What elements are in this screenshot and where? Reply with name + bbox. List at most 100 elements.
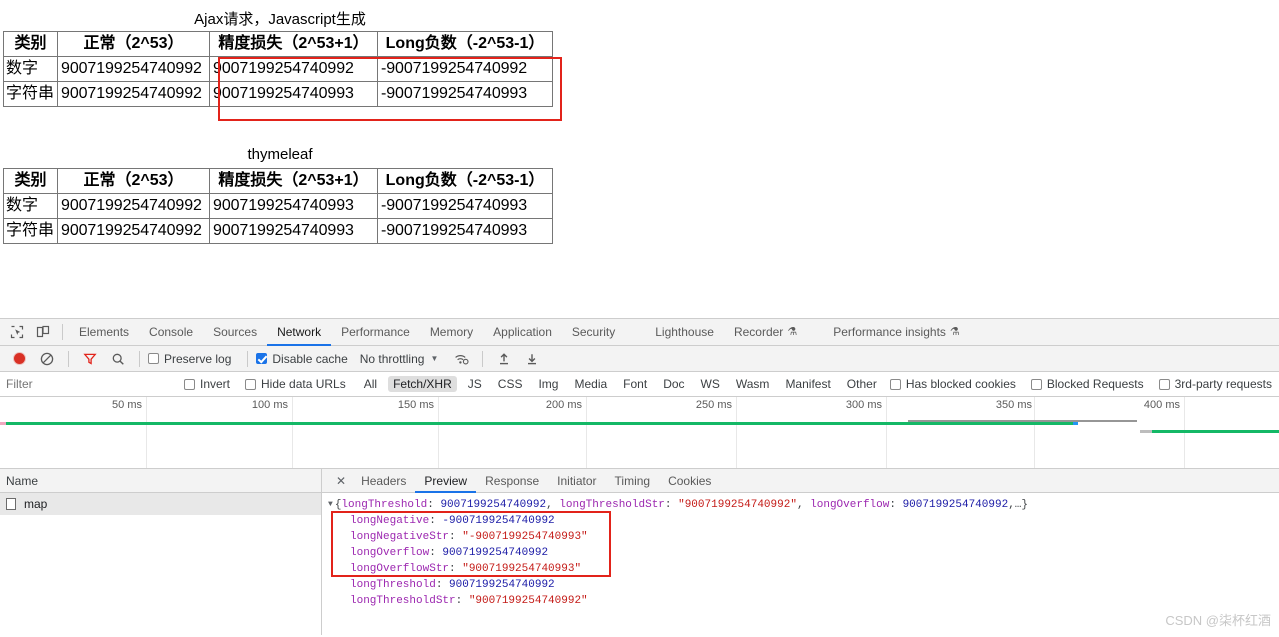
json-key: longThreshold [341, 499, 428, 511]
cell-long-negative: -9007199254740993 [377, 218, 554, 244]
record-icon [13, 353, 25, 364]
json-key: longOverflow [810, 499, 890, 511]
th-category: 类别 [2, 168, 59, 194]
cell-category: 数字 [2, 56, 59, 82]
tab-application[interactable]: Application [483, 319, 562, 346]
chevron-down-icon[interactable]: ▼ [430, 354, 438, 363]
tab-preview[interactable]: Preview [415, 469, 476, 493]
json-key: longNegative [350, 515, 430, 527]
search-icon[interactable] [105, 347, 131, 371]
th-normal: 正常（2^53） [57, 31, 211, 57]
table-2-title: thymeleaf [247, 146, 313, 163]
tab-elements[interactable]: Elements [69, 319, 139, 346]
checkbox[interactable] [245, 378, 257, 390]
json-value: "-9007199254740993" [462, 531, 588, 543]
json-entry[interactable]: longNegative: -9007199254740992 [328, 513, 1279, 529]
tab-lighthouse[interactable]: Lighthouse [645, 319, 724, 346]
filter-type-media[interactable]: Media [569, 376, 612, 392]
network-conditions-icon[interactable] [448, 347, 474, 371]
checkbox[interactable] [889, 378, 901, 390]
tab-response[interactable]: Response [476, 469, 548, 493]
json-entry[interactable]: longOverflowStr: "9007199254740993" [328, 561, 1279, 577]
record-button[interactable] [6, 347, 32, 371]
filter-type-manifest[interactable]: Manifest [780, 376, 835, 392]
network-lower-split: Name map ✕ Headers Preview Response Init… [0, 469, 1279, 635]
tab-label: Console [149, 324, 194, 339]
json-key: longThreshold [350, 579, 436, 591]
tab-headers[interactable]: Headers [352, 469, 415, 493]
json-entry[interactable]: longNegativeStr: "-9007199254740993" [328, 529, 1279, 545]
has-blocked-cookies-toggle[interactable]: Has blocked cookies [885, 377, 1016, 391]
json-entry[interactable]: longOverflow: 9007199254740992 [328, 545, 1279, 561]
checkbox[interactable] [148, 353, 159, 364]
tab-recorder[interactable]: Recorder ⚗ [724, 319, 807, 346]
json-entry[interactable]: longThreshold: 9007199254740992 [328, 577, 1279, 593]
checkbox[interactable] [184, 378, 195, 390]
triangle-down-icon[interactable]: ▼ [328, 497, 333, 513]
export-har-icon[interactable] [519, 347, 545, 371]
throttling-select[interactable]: No throttling [360, 352, 425, 366]
cell-category: 数字 [2, 193, 59, 219]
json-value: 9007199254740992 [440, 499, 547, 511]
preserve-log-toggle[interactable]: Preserve log [148, 352, 239, 366]
timeline-band-pending [908, 420, 1137, 422]
tab-performance-insights[interactable]: Performance insights ⚗ [823, 319, 970, 346]
table-row-header: 类别 正常（2^53） 精度损失（2^53+1） Long负数（-2^53-1） [2, 31, 554, 57]
tab-security[interactable]: Security [562, 319, 625, 346]
import-har-icon[interactable] [491, 347, 517, 371]
json-value: 9007199254740992 [442, 547, 549, 559]
clear-button[interactable] [34, 347, 60, 371]
timeline-tick: 100 ms [251, 399, 288, 411]
filter-type-all[interactable]: All [359, 376, 382, 392]
tab-label: Sources [213, 324, 258, 339]
th-normal: 正常（2^53） [57, 168, 211, 194]
hide-data-urls-toggle[interactable]: Hide data URLs [240, 377, 346, 391]
tab-cookies[interactable]: Cookies [659, 469, 720, 493]
divider [482, 350, 484, 367]
filter-type-ws[interactable]: WS [696, 376, 725, 392]
filter-type-other[interactable]: Other [842, 376, 882, 392]
preview-json-viewer[interactable]: ▼ {longThreshold: 9007199254740992, longT… [322, 493, 1279, 635]
checkbox[interactable] [256, 353, 268, 364]
filter-type-js[interactable]: JS [463, 376, 487, 392]
json-summary-line[interactable]: ▼ {longThreshold: 9007199254740992, longT… [328, 497, 1279, 513]
checkbox[interactable] [1158, 378, 1170, 390]
json-entry[interactable]: longThresholdStr: "9007199254740992" [328, 593, 1279, 609]
list-item[interactable]: map [0, 493, 321, 515]
cell-precision-loss: 9007199254740993 [209, 81, 379, 107]
filter-type-font[interactable]: Font [618, 376, 652, 392]
table-1: 类别 正常（2^53） 精度损失（2^53+1） Long负数（-2^53-1）… [2, 31, 554, 107]
tab-memory[interactable]: Memory [420, 319, 483, 346]
json-key: longNegativeStr [350, 531, 450, 543]
tab-network[interactable]: Network [267, 319, 331, 346]
cell-category: 字符串 [2, 81, 59, 107]
tab-timing[interactable]: Timing [606, 469, 660, 493]
tab-console[interactable]: Console [139, 319, 203, 346]
inspect-element-icon[interactable] [4, 320, 30, 344]
filter-type-doc[interactable]: Doc [658, 376, 689, 392]
filter-type-wasm[interactable]: Wasm [731, 376, 775, 392]
blocked-requests-toggle[interactable]: Blocked Requests [1026, 377, 1144, 391]
json-value: -9007199254740992 [442, 515, 555, 527]
requests-column-header[interactable]: Name [0, 469, 321, 493]
tab-label: Recorder [733, 324, 784, 339]
filter-type-img[interactable]: Img [533, 376, 563, 392]
divider [68, 350, 69, 367]
tab-performance[interactable]: Performance [331, 319, 420, 346]
checkbox[interactable] [1030, 378, 1042, 390]
filter-type-fetch-xhr[interactable]: Fetch/XHR [388, 376, 457, 392]
invert-toggle[interactable]: Invert [179, 377, 230, 391]
network-overview-timeline[interactable]: 50 ms 100 ms 150 ms 200 ms 250 ms 300 ms… [0, 397, 1279, 469]
third-party-requests-toggle[interactable]: 3rd-party requests [1154, 377, 1272, 391]
timeline-tick: 50 ms [112, 399, 142, 411]
th-precision-loss: 精度损失（2^53+1） [209, 168, 379, 194]
close-icon[interactable]: ✕ [330, 474, 352, 488]
device-toolbar-icon[interactable] [30, 320, 56, 344]
filter-type-css[interactable]: CSS [493, 376, 528, 392]
timeline-tick: 150 ms [397, 399, 434, 411]
filter-input[interactable] [4, 373, 163, 395]
tab-initiator[interactable]: Initiator [548, 469, 605, 493]
tab-sources[interactable]: Sources [203, 319, 267, 346]
disable-cache-toggle[interactable]: Disable cache [256, 352, 355, 366]
filter-button[interactable] [77, 347, 103, 371]
